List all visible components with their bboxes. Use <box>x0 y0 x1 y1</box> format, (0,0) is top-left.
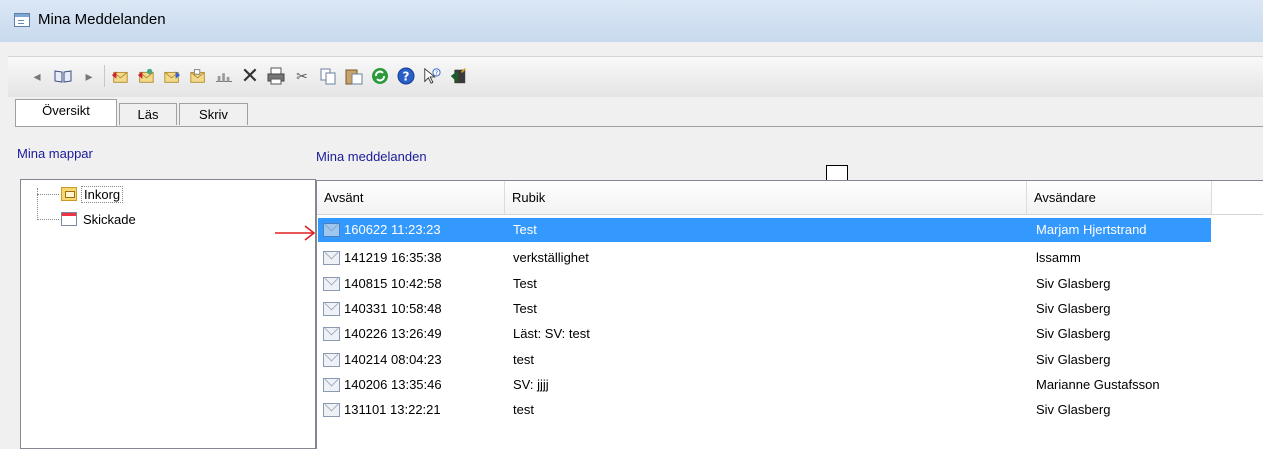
sender-cell: Marianne Gustafsson <box>1036 377 1160 392</box>
sent-cell: 140815 10:42:58 <box>344 276 442 291</box>
window-icon <box>14 13 30 27</box>
tree-line <box>37 219 59 220</box>
svg-text:?: ? <box>435 70 438 77</box>
table-row[interactable]: 140815 10:42:58 Test Siv Glasberg <box>318 272 1211 296</box>
delete-icon[interactable]: ✕ <box>241 65 259 87</box>
sender-cell: Siv Glasberg <box>1036 301 1111 316</box>
inbox-folder-icon <box>61 187 77 201</box>
table-row[interactable]: 131101 13:22:21 test Siv Glasberg <box>318 398 1211 422</box>
tree-line <box>37 194 59 195</box>
folder-label: Skickade <box>83 211 136 227</box>
tree-line <box>37 188 38 220</box>
sent-cell: 160622 11:23:23 <box>344 222 441 237</box>
annotation-arrow-icon <box>275 225 316 241</box>
exit-icon[interactable] <box>449 67 467 85</box>
forward-arrow-icon[interactable]: ▸ <box>80 67 98 85</box>
table-row[interactable]: 140331 10:58:48 Test Siv Glasberg <box>318 297 1211 321</box>
print-icon[interactable] <box>267 67 285 85</box>
folders-heading: Mina mappar <box>17 146 93 161</box>
envelope-icon <box>323 353 340 367</box>
subject-cell: SV: jjjj <box>513 377 549 392</box>
sent-cell: 140226 13:26:49 <box>344 326 442 341</box>
envelope-icon <box>323 251 340 265</box>
book-icon[interactable] <box>54 67 72 85</box>
sender-cell: Siv Glasberg <box>1036 402 1111 417</box>
sent-cell: 141219 16:35:38 <box>344 250 442 265</box>
sent-folder-icon <box>61 212 77 226</box>
sender-cell: Siv Glasberg <box>1036 276 1111 291</box>
envelope-icon <box>323 302 340 316</box>
whats-this-icon[interactable]: ? <box>423 67 441 85</box>
tab-skriv[interactable]: Skriv <box>179 103 248 125</box>
forward-mail-icon[interactable] <box>163 67 181 85</box>
toolbar: ◂ ▸ ✕ ✂ ? ? <box>8 56 1263 97</box>
folder-label: Inkorg <box>81 185 124 203</box>
toolbar-separator <box>104 65 105 87</box>
sent-cell: 140206 13:35:46 <box>344 377 442 392</box>
cut-icon[interactable]: ✂ <box>293 67 311 85</box>
subject-cell: test <box>513 402 534 417</box>
envelope-icon <box>323 277 340 291</box>
refresh-icon[interactable] <box>371 67 389 85</box>
chart-icon[interactable] <box>215 67 233 85</box>
column-header-avsandare[interactable]: Avsändare <box>1027 181 1212 214</box>
column-header-row: Avsänt Rubik Avsändare <box>317 181 1263 215</box>
copy-icon[interactable] <box>319 67 337 85</box>
sent-cell: 131101 13:22:21 <box>344 402 441 417</box>
sender-cell: Siv Glasberg <box>1036 352 1111 367</box>
folder-skickade[interactable]: Skickade <box>61 210 138 228</box>
svg-text:?: ? <box>403 70 410 84</box>
sent-cell: 140331 10:58:48 <box>344 301 442 316</box>
message-list: Avsänt Rubik Avsändare 160622 11:23:23 T… <box>316 180 1263 449</box>
tab-divider <box>15 126 1263 127</box>
reply-all-icon[interactable] <box>137 67 155 85</box>
folder-tree: Inkorg Skickade <box>20 179 316 449</box>
subject-cell: verkställighet <box>513 250 589 265</box>
envelope-icon <box>323 378 340 392</box>
column-header-avsant[interactable]: Avsänt <box>317 181 505 214</box>
subject-cell: test <box>513 352 534 367</box>
back-arrow-icon[interactable]: ◂ <box>28 67 46 85</box>
tab-las[interactable]: Läs <box>119 103 177 125</box>
table-row[interactable]: 140226 13:26:49 Läst: SV: test Siv Glasb… <box>318 322 1211 346</box>
move-mail-icon[interactable] <box>189 67 207 85</box>
sender-cell: lssamm <box>1036 250 1081 265</box>
table-row[interactable]: 140214 08:04:23 test Siv Glasberg <box>318 348 1211 372</box>
sender-cell: Siv Glasberg <box>1036 326 1111 341</box>
envelope-icon <box>323 403 340 417</box>
envelope-icon <box>323 223 340 237</box>
subject-cell: Test <box>513 222 537 237</box>
envelope-icon <box>323 327 340 341</box>
tab-oversikt[interactable]: Översikt <box>15 99 117 127</box>
subject-cell: Test <box>513 301 537 316</box>
paste-icon[interactable] <box>345 67 363 85</box>
table-row[interactable]: 160622 11:23:23 Test Marjam Hjertstrand <box>318 218 1211 242</box>
help-icon[interactable]: ? <box>397 67 415 85</box>
window-title: Mina Meddelanden <box>38 11 166 28</box>
column-header-rubik[interactable]: Rubik <box>505 181 1027 214</box>
subject-cell: Läst: SV: test <box>513 326 590 341</box>
messages-heading: Mina meddelanden <box>316 149 427 164</box>
subject-cell: Test <box>513 276 537 291</box>
table-row[interactable]: 140206 13:35:46 SV: jjjj Marianne Gustaf… <box>318 373 1211 397</box>
folder-inkorg[interactable]: Inkorg <box>61 185 124 203</box>
sent-cell: 140214 08:04:23 <box>344 352 442 367</box>
reply-icon[interactable] <box>111 67 129 85</box>
sender-cell: Marjam Hjertstrand <box>1036 222 1147 237</box>
title-bar: Mina Meddelanden <box>0 0 1263 42</box>
table-row[interactable]: 141219 16:35:38 verkställighet lssamm <box>318 246 1211 270</box>
